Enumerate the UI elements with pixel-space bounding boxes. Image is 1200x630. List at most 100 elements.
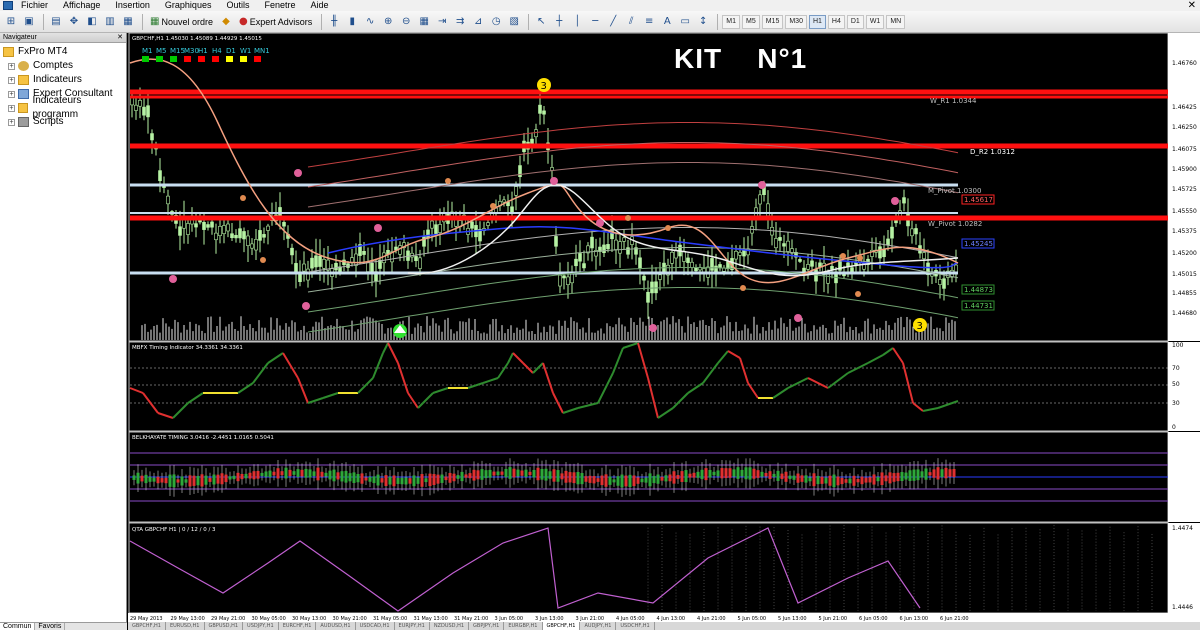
candle-body bbox=[370, 262, 374, 274]
terminal-icon[interactable]: ▥ bbox=[102, 14, 118, 30]
tab-favoris[interactable]: Favoris bbox=[35, 623, 66, 630]
price-scale-label: 1.44855 bbox=[1172, 290, 1197, 297]
indicators-list-icon[interactable]: ⊿ bbox=[470, 14, 486, 30]
tile-windows-icon[interactable]: ▦ bbox=[416, 14, 432, 30]
candlestick-icon[interactable]: ▮ bbox=[344, 14, 360, 30]
chart-shift-icon[interactable]: ⇥ bbox=[434, 14, 450, 30]
expand-icon[interactable]: + bbox=[8, 76, 15, 84]
timeframe-m30-button[interactable]: M30 bbox=[785, 14, 807, 29]
chart-tab[interactable]: GBPCHF,H1 bbox=[542, 622, 581, 630]
belkhayate-candle bbox=[880, 472, 884, 486]
belkhayate-scale-bg bbox=[1168, 432, 1200, 522]
chart-tab[interactable]: EURGBP,H1 bbox=[504, 622, 543, 630]
nav-item-comptes[interactable]: + Comptes bbox=[0, 59, 126, 73]
zoom-out-icon[interactable]: ⊖ bbox=[398, 14, 414, 30]
menu-graphiques[interactable]: Graphiques bbox=[165, 0, 212, 11]
timeframe-m15-button[interactable]: M15 bbox=[761, 14, 784, 29]
belkhayate-candle bbox=[372, 476, 376, 484]
belkhayate-candle bbox=[252, 471, 256, 480]
timeframe-m1-button[interactable]: M1 bbox=[722, 14, 740, 29]
window-close-icon[interactable]: ✕ bbox=[1188, 0, 1196, 11]
chart-window[interactable]: 33 1.46760 1.46425 1.46250 1.46075 1.45900 1.… bbox=[128, 33, 1200, 630]
fibonacci-icon[interactable]: ≡ bbox=[641, 14, 657, 30]
expert-advisors-button[interactable]: ● Expert Advisors bbox=[236, 14, 315, 30]
chart-tab[interactable]: USDCAD,H1 bbox=[356, 622, 395, 630]
menu-fenetre[interactable]: Fenetre bbox=[264, 0, 295, 11]
profiles-icon[interactable]: ▣ bbox=[21, 14, 37, 30]
timeframe-h1-button[interactable]: H1 bbox=[808, 14, 826, 29]
channel-icon[interactable]: ⫽ bbox=[623, 14, 639, 30]
periods-icon[interactable]: ◷ bbox=[488, 14, 504, 30]
menu-aide[interactable]: Aide bbox=[311, 0, 329, 11]
trendline-icon[interactable]: ╱ bbox=[605, 14, 621, 30]
arrows-tool-icon[interactable]: ↕ bbox=[695, 14, 711, 30]
timeframe-h4-button[interactable]: H4 bbox=[827, 14, 845, 29]
chart-tab[interactable]: NZDUSD,H1 bbox=[430, 622, 470, 630]
nav-item-root[interactable]: FxPro MT4 bbox=[0, 45, 126, 59]
belkhayate-candle bbox=[628, 474, 632, 487]
signal-dot-pink bbox=[374, 224, 382, 232]
chart-tab[interactable]: GBPCHF,H1 bbox=[128, 622, 166, 630]
data-window-icon[interactable]: ✥ bbox=[66, 14, 82, 30]
chart-tab[interactable]: EURUSD,H1 bbox=[166, 622, 205, 630]
autoscroll-icon[interactable]: ⇉ bbox=[452, 14, 468, 30]
expand-icon[interactable]: + bbox=[8, 62, 15, 70]
menu-fichier[interactable]: Fichier bbox=[21, 0, 48, 11]
mtf-timeframe-label: MN1 bbox=[254, 47, 270, 55]
qta-pane bbox=[128, 522, 1169, 614]
mtf-timeframe-label: M5 bbox=[156, 47, 167, 55]
new-chart-icon[interactable]: ⊞ bbox=[3, 14, 19, 30]
horizontal-line-icon[interactable]: ─ bbox=[587, 14, 603, 30]
chart-tab[interactable]: GBPUSD,H1 bbox=[205, 622, 244, 630]
templates-icon[interactable]: ▧ bbox=[506, 14, 522, 30]
chart-tab[interactable]: AUDJPY,H1 bbox=[580, 622, 617, 630]
line-chart-icon[interactable]: ∿ bbox=[362, 14, 378, 30]
candle-body bbox=[718, 264, 722, 268]
timeframe-m5-button[interactable]: M5 bbox=[741, 14, 760, 29]
chart-tab[interactable]: AUDUSD,H1 bbox=[316, 622, 356, 630]
menu-outils[interactable]: Outils bbox=[226, 0, 249, 11]
candle-body bbox=[310, 257, 314, 269]
chart-tab[interactable]: GBPJPY,H1 bbox=[469, 622, 505, 630]
chart-tab[interactable]: EURJPY,H1 bbox=[395, 622, 430, 630]
belkhayate-candle bbox=[324, 472, 328, 477]
chart-tab[interactable]: EURCHF,H1 bbox=[279, 622, 317, 630]
price-tag-label: 1.44873 bbox=[964, 286, 993, 294]
navigator-panel: Navigateur ✕ FxPro MT4 + Comptes + Indic… bbox=[0, 33, 127, 630]
nav-item-indicateurs[interactable]: + Indicateurs bbox=[0, 73, 126, 87]
crosshair-icon[interactable]: ┼ bbox=[551, 14, 567, 30]
menu-insertion[interactable]: Insertion bbox=[115, 0, 150, 11]
menu-affichage[interactable]: Affichage bbox=[63, 0, 100, 11]
belkhayate-candle bbox=[936, 467, 940, 480]
price-level-label: W_Pivot 1.0282 bbox=[928, 220, 982, 228]
tab-commun[interactable]: Commun bbox=[0, 623, 36, 630]
metaeditor-icon[interactable]: ◆ bbox=[218, 14, 234, 30]
zoom-in-icon[interactable]: ⊕ bbox=[380, 14, 396, 30]
belkhayate-candle bbox=[836, 476, 840, 486]
belkhayate-candle bbox=[944, 467, 948, 479]
expand-icon[interactable]: + bbox=[8, 90, 15, 98]
cursor-icon[interactable]: ↖ bbox=[533, 14, 549, 30]
candle-body bbox=[158, 170, 162, 182]
text-tool-icon[interactable]: A bbox=[659, 14, 675, 30]
navigator-icon[interactable]: ◧ bbox=[84, 14, 100, 30]
close-icon[interactable]: ✕ bbox=[117, 33, 126, 42]
expand-icon[interactable]: + bbox=[8, 104, 15, 112]
chart-tab[interactable]: USDJPY,H1 bbox=[243, 622, 279, 630]
timeframe-d1-button[interactable]: D1 bbox=[846, 14, 864, 29]
strategy-tester-icon[interactable]: ▦ bbox=[120, 14, 136, 30]
vertical-line-icon[interactable]: │ bbox=[569, 14, 585, 30]
folder-icon bbox=[3, 47, 14, 57]
expand-icon[interactable]: + bbox=[8, 118, 15, 126]
timeframe-mn-button[interactable]: MN bbox=[886, 14, 906, 29]
new-order-button[interactable]: ▦ Nouvel ordre bbox=[147, 14, 216, 30]
bar-chart-icon[interactable]: ╫ bbox=[326, 14, 342, 30]
market-watch-icon[interactable]: ▤ bbox=[48, 14, 64, 30]
timeframe-w1-button[interactable]: W1 bbox=[865, 14, 885, 29]
nav-item-custom-indicators[interactable]: + Indicateurs programm bbox=[0, 95, 126, 120]
label-tool-icon[interactable]: ▭ bbox=[677, 14, 693, 30]
chart-tab[interactable]: USDCHF,H1 bbox=[616, 622, 655, 630]
chart-canvas[interactable]: 33 1.467601.464251.462501.460751.459001.… bbox=[128, 33, 1200, 622]
belkhayate-candle bbox=[932, 469, 936, 478]
expert-advisors-icon: ● bbox=[238, 16, 248, 27]
